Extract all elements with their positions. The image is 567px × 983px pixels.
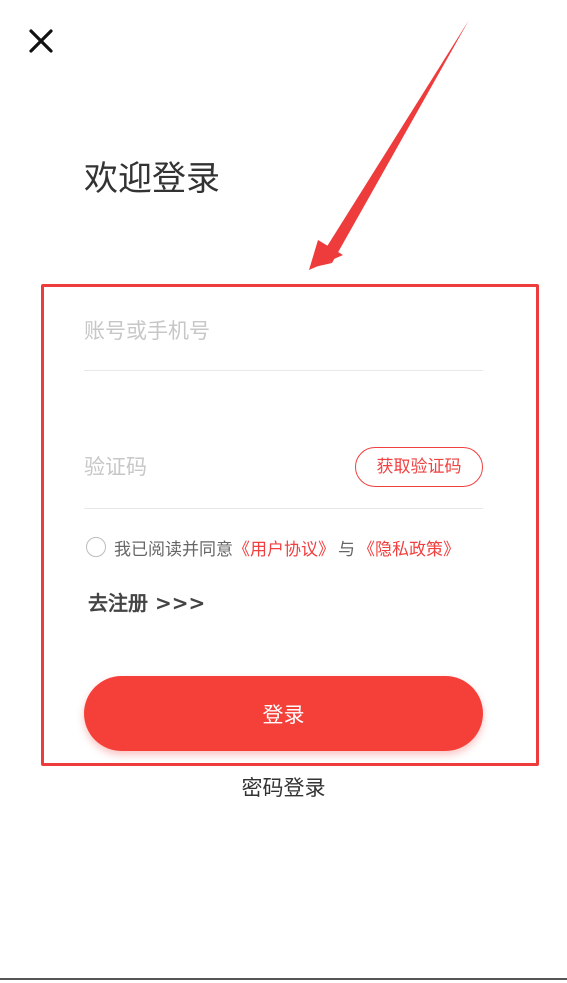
- get-code-button[interactable]: 获取验证码: [355, 447, 483, 487]
- agreement-row: 我已阅读并同意 《用户协议》 与 《隐私政策》: [86, 534, 460, 560]
- code-field: 获取验证码: [84, 438, 483, 509]
- register-link[interactable]: 去注册 >>>: [88, 587, 205, 616]
- privacy-policy-link[interactable]: 《隐私政策》: [358, 535, 460, 560]
- close-icon: [29, 29, 53, 53]
- code-input[interactable]: [84, 452, 304, 482]
- bottom-edge-line: [0, 978, 567, 980]
- agreement-radio[interactable]: [86, 537, 106, 557]
- agreement-conjunction: 与: [338, 539, 355, 560]
- login-button[interactable]: 登录: [84, 676, 483, 751]
- agreement-prefix: 我已阅读并同意: [114, 539, 233, 560]
- password-login-link[interactable]: 密码登录: [0, 772, 567, 802]
- page-title: 欢迎登录: [84, 159, 220, 199]
- user-agreement-link[interactable]: 《用户协议》: [233, 535, 335, 560]
- account-input[interactable]: [84, 316, 334, 346]
- account-field: [84, 300, 483, 371]
- close-button[interactable]: [22, 22, 60, 60]
